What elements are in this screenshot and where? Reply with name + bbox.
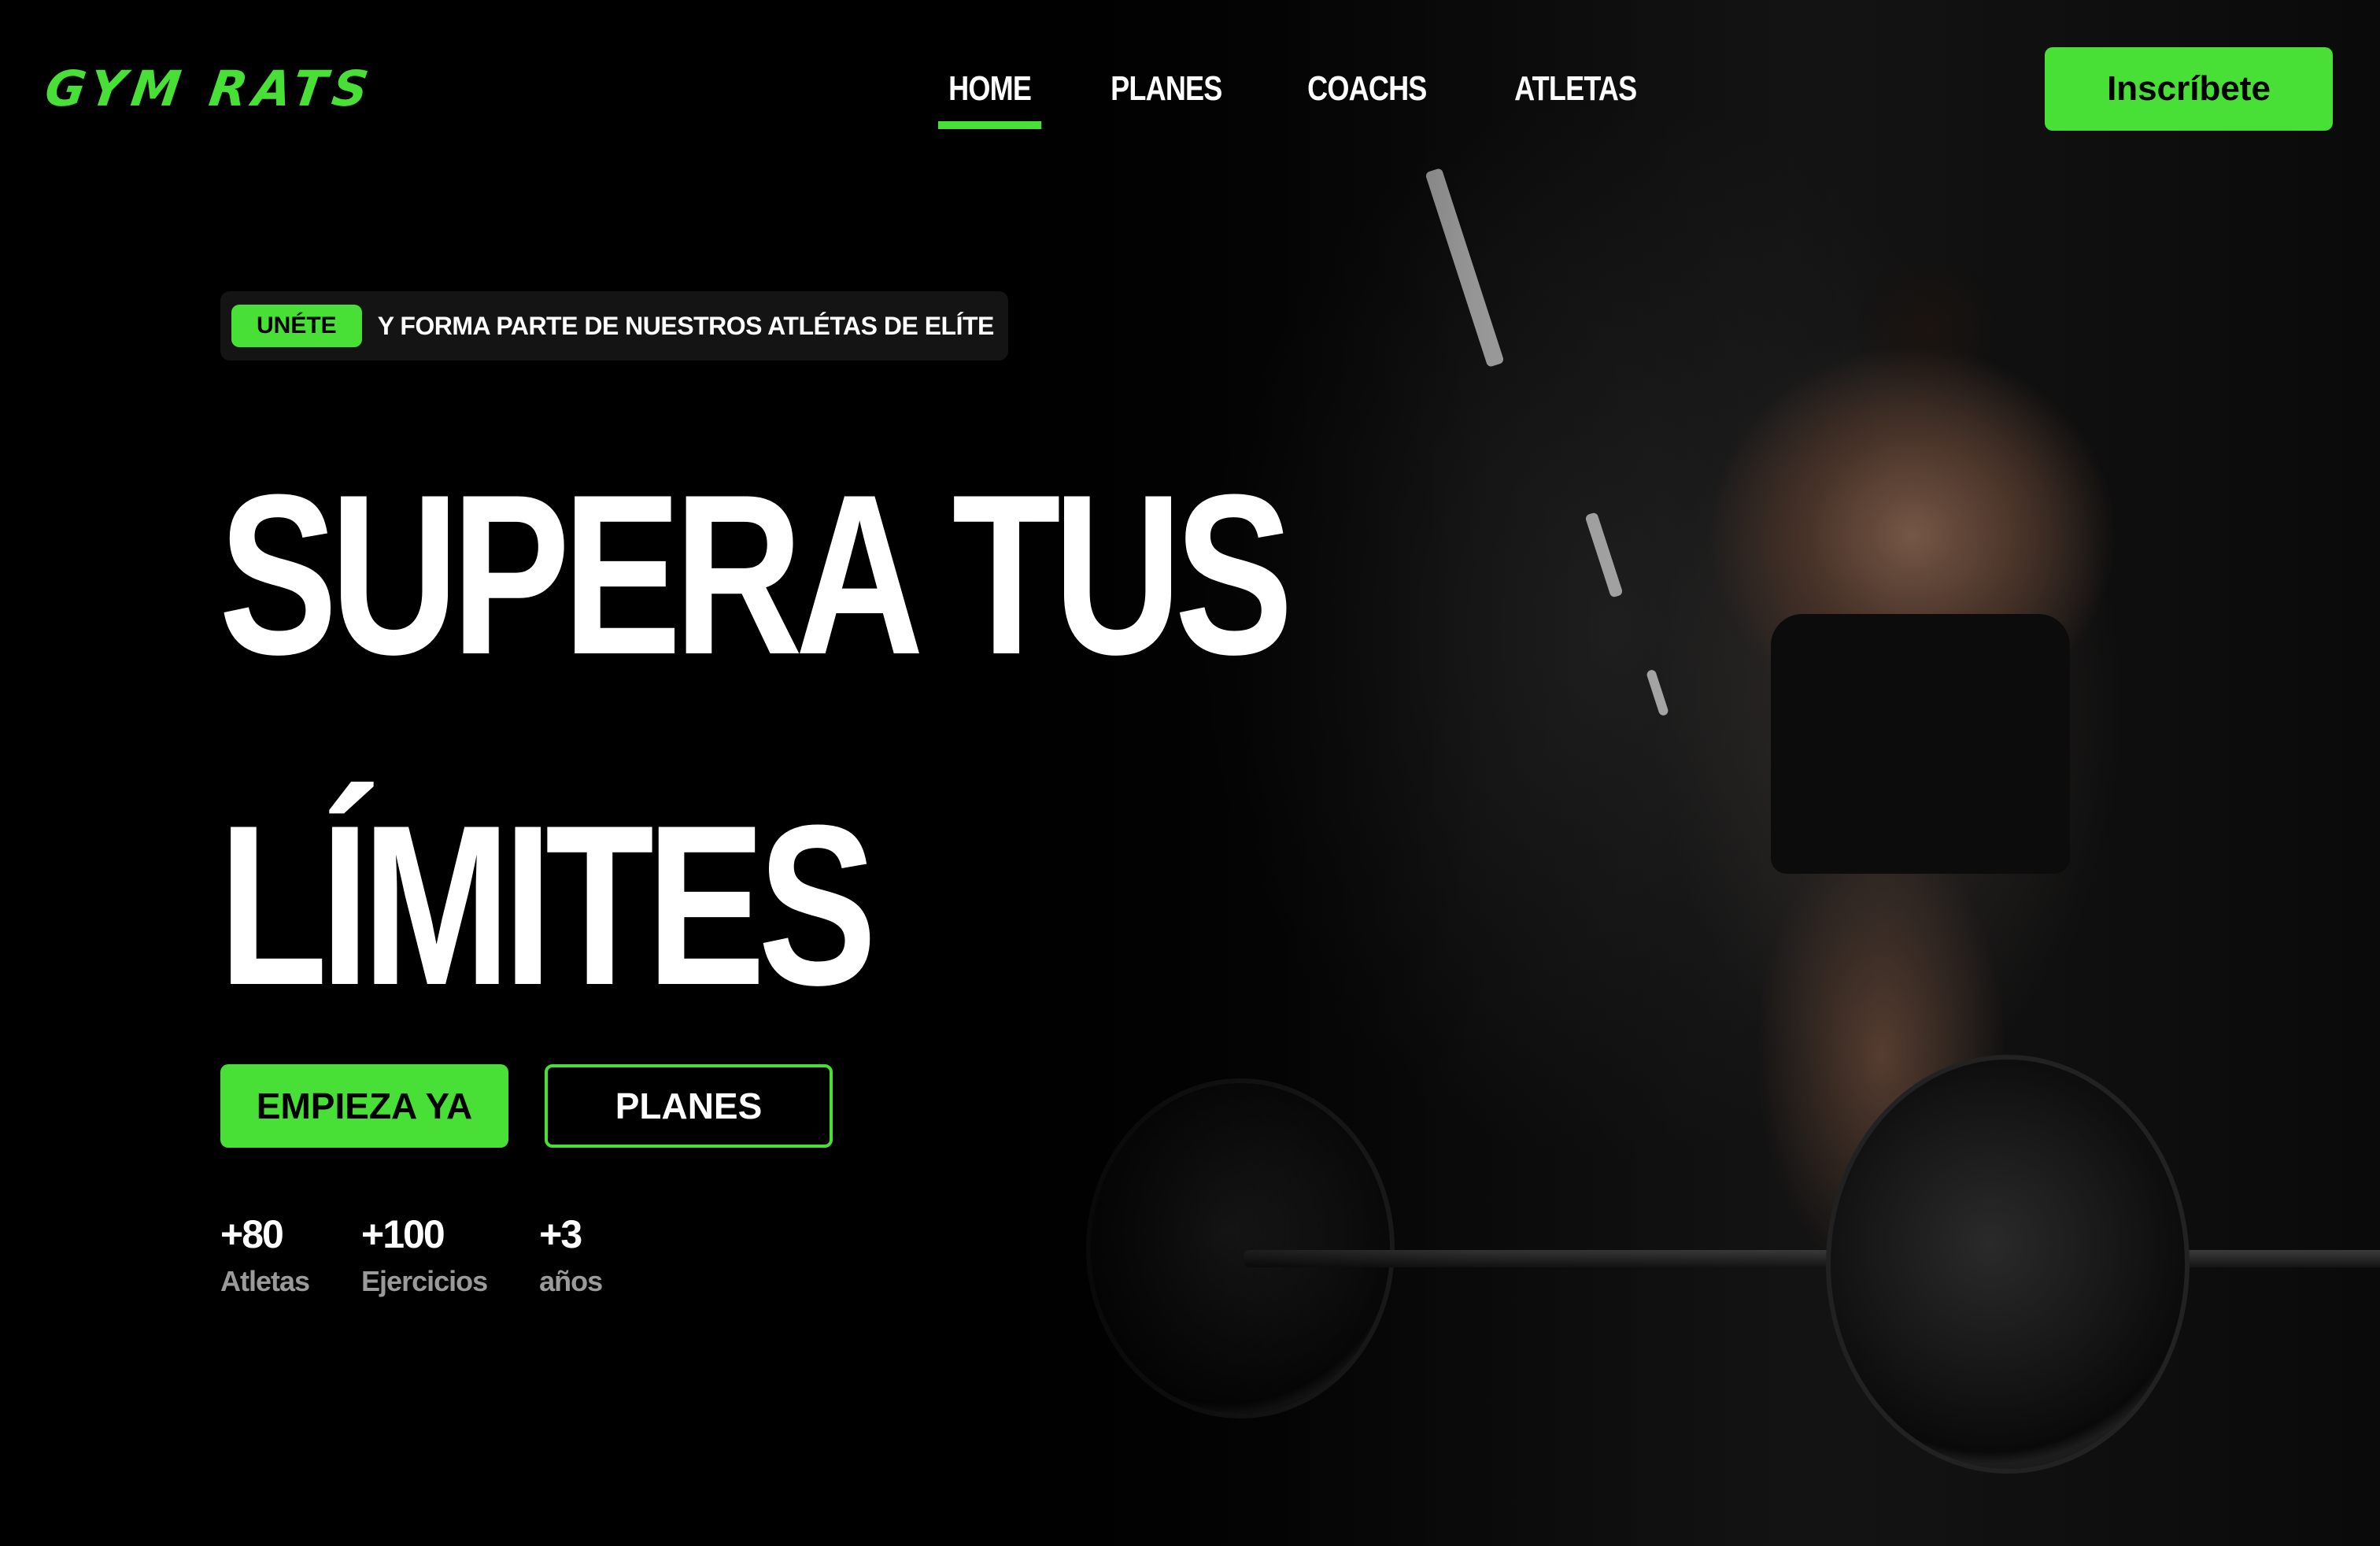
stat-label: Ejercicios [361,1265,488,1297]
stat-exercises: +100 Ejercicios [361,1209,488,1304]
signup-button[interactable]: Inscríbete [2045,47,2333,131]
nav-item-planes[interactable]: PLANES [1100,61,1232,117]
stats-row: +80 Atletas +100 Ejercicios +3 años [220,1209,603,1304]
nav-item-atletas[interactable]: ATLETAS [1504,61,1647,117]
stat-athletes: +80 Atletas [220,1209,310,1304]
nav-item-coachs[interactable]: COACHS [1297,61,1437,117]
main-nav: HOME PLANES COACHS ATLETAS [938,61,1679,129]
stat-value: +80 [220,1212,284,1256]
nav-item-home[interactable]: HOME [938,61,1042,129]
plans-button[interactable]: PLANES [545,1064,833,1148]
brand-logo[interactable]: GYM RATS [42,60,379,117]
headline-line-1: SUPERA TUS [219,447,1293,702]
hero-headline: SUPERA TUS LÍMITES [219,409,1293,1071]
stat-label: años [539,1265,603,1297]
tagline-pill: UNÉTE Y FORMA PARTE DE NUESTROS ATLÉTAS … [220,291,1008,361]
start-now-button[interactable]: EMPIEZA YA [220,1064,508,1148]
headline-line-2: LÍMITES [219,778,877,1033]
stat-value: +3 [539,1212,582,1256]
stat-years: +3 años [539,1209,603,1304]
stat-value: +100 [361,1212,445,1256]
landing-page: GYM RATS HOME PLANES COACHS ATLETAS Insc… [0,0,2380,1546]
stat-label: Atletas [220,1265,310,1297]
join-badge: UNÉTE [231,305,362,347]
site-header: GYM RATS HOME PLANES COACHS ATLETAS Insc… [0,0,2380,157]
tagline-text: Y FORMA PARTE DE NUESTROS ATLÉTAS DE ELÍ… [377,311,995,340]
